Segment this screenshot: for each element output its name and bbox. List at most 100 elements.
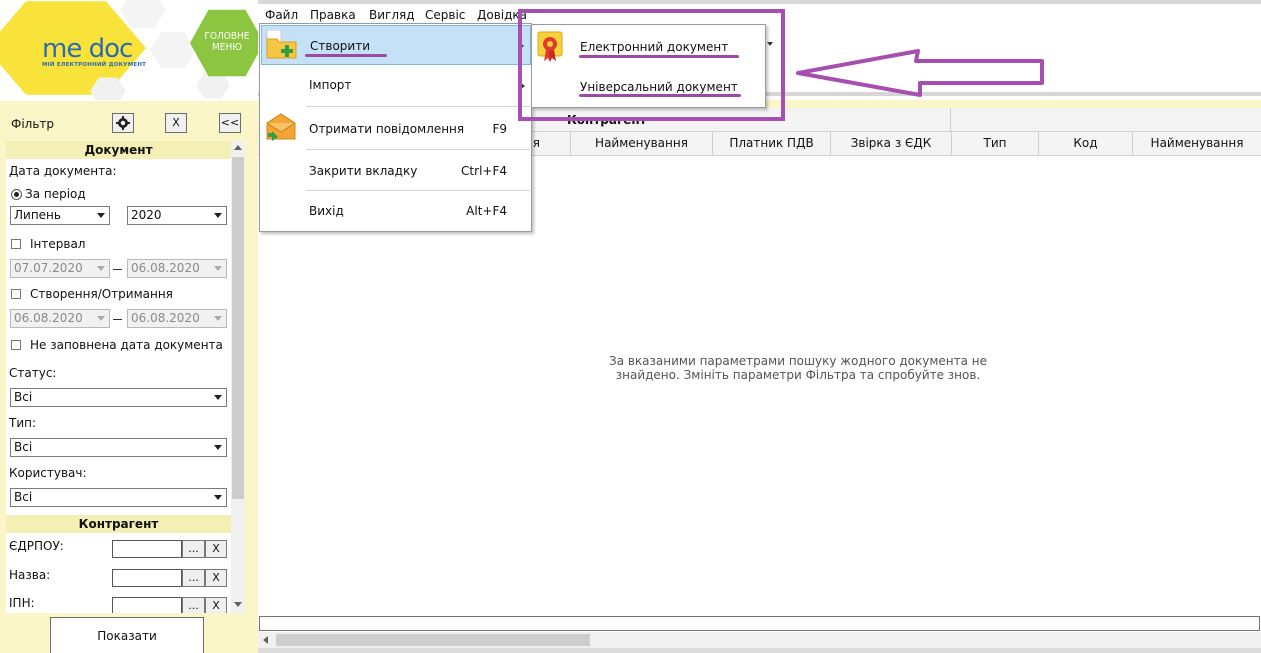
menu-item-create[interactable]: Створити xyxy=(261,25,531,65)
scrollbar-thumb[interactable] xyxy=(276,634,590,646)
menu-item-label: Створити xyxy=(310,39,370,53)
bottom-strip xyxy=(258,648,1261,653)
chevron-down-icon xyxy=(97,316,105,321)
empty-grid-message: За вказаними параметрами пошуку жодного … xyxy=(258,354,1261,382)
chevron-down-icon xyxy=(97,266,105,271)
status-select[interactable]: Всі xyxy=(10,388,227,407)
edrpou-clear-button[interactable]: X xyxy=(205,540,227,558)
user-value: Всі xyxy=(14,490,33,504)
type-select[interactable]: Всі xyxy=(10,438,227,457)
interval-to-date[interactable]: 06.08.2020 xyxy=(127,259,227,278)
ipn-clear-button[interactable]: X xyxy=(205,597,227,613)
scroll-up-icon[interactable] xyxy=(234,145,242,150)
filter-settings-button[interactable] xyxy=(112,113,134,133)
gear-icon xyxy=(116,116,130,130)
annotation-arrow-icon xyxy=(796,49,1044,97)
menu-item-receive[interactable]: Отримати повідомлення F9 xyxy=(261,108,531,148)
file-menu-dropdown: Створити Імпорт Отримати повідомлення F9… xyxy=(259,23,532,232)
created-from-date[interactable]: 06.08.2020 xyxy=(10,309,110,328)
filter-panel: Фільтр X << Документ Дата документа: За … xyxy=(0,101,258,653)
menu-item-label: Вихід xyxy=(309,204,344,218)
interval-from-value: 07.07.2020 xyxy=(14,261,83,275)
menu-separator xyxy=(306,106,530,107)
name-browse-button[interactable]: ... xyxy=(182,569,205,587)
no-date-checkbox[interactable] xyxy=(11,340,21,350)
empty-message-line: За вказаними параметрами пошуку жодного … xyxy=(609,354,987,368)
main-menu-label: ГОЛОВНЕ МЕНЮ xyxy=(204,31,250,53)
menu-item-shortcut: Alt+F4 xyxy=(466,204,507,218)
interval-to-value: 06.08.2020 xyxy=(131,261,200,275)
status-label: Статус: xyxy=(9,366,57,380)
menu-separator xyxy=(306,149,530,150)
menu-item-label: Імпорт xyxy=(309,78,352,92)
column-header[interactable]: Звірка з ЄДК xyxy=(830,132,951,156)
month-select[interactable]: Липень xyxy=(10,206,110,225)
user-select[interactable]: Всі xyxy=(10,488,227,507)
envelope-download-icon xyxy=(266,113,296,141)
interval-checkbox[interactable] xyxy=(11,239,21,249)
medoc-logo-text: me doc xyxy=(42,34,133,64)
created-to-date[interactable]: 06.08.2020 xyxy=(127,309,227,328)
menu-item-import[interactable]: Імпорт xyxy=(261,66,531,106)
chevron-down-icon xyxy=(214,266,222,271)
period-radio[interactable] xyxy=(11,189,22,200)
horizontal-scrollbar[interactable] xyxy=(258,632,1261,648)
created-from-value: 06.08.2020 xyxy=(14,311,83,325)
year-value: 2020 xyxy=(131,208,162,222)
ipn-input[interactable] xyxy=(112,597,182,613)
interval-from-date[interactable]: 07.07.2020 xyxy=(10,259,110,278)
doc-date-label: Дата документа: xyxy=(9,164,117,178)
menu-service[interactable]: Сервіс xyxy=(425,8,465,22)
menu-view[interactable]: Вигляд xyxy=(369,8,415,22)
menu-item-shortcut: F9 xyxy=(492,122,507,136)
decor-hex xyxy=(150,32,196,68)
chevron-down-icon xyxy=(214,395,222,400)
chevron-down-icon xyxy=(214,213,222,218)
column-header[interactable]: Тип xyxy=(951,132,1038,156)
menu-file[interactable]: Файл xyxy=(265,8,298,22)
empty-message-line: знайдено. Змініть параметри Фільтра та с… xyxy=(615,368,981,382)
decor-hex xyxy=(120,0,166,28)
ipn-browse-button[interactable]: ... xyxy=(182,597,205,613)
name-clear-button[interactable]: X xyxy=(205,569,227,587)
folder-add-icon xyxy=(266,30,297,59)
created-checkbox[interactable] xyxy=(11,289,21,299)
edrpou-browse-button[interactable]: ... xyxy=(182,540,205,558)
medoc-logo-tagline: МІЙ ЕЛЕКТРОННИЙ ДОКУМЕНТ xyxy=(42,62,147,68)
range-dash xyxy=(113,319,122,320)
created-to-value: 06.08.2020 xyxy=(131,311,200,325)
annotation-highlight-box xyxy=(518,9,785,121)
scroll-down-icon[interactable] xyxy=(234,602,242,607)
column-header[interactable]: Платник ПДВ xyxy=(712,132,830,156)
column-header[interactable]: Найменування xyxy=(570,132,712,156)
show-button[interactable]: Показати xyxy=(50,617,204,653)
document-section-header: Документ xyxy=(6,141,231,159)
chevron-down-icon xyxy=(214,495,222,500)
menu-item-close-tab[interactable]: Закрити вкладку Ctrl+F4 xyxy=(261,151,531,191)
filter-header: Фільтр X << xyxy=(0,101,258,141)
scrollbar-thumb[interactable] xyxy=(232,157,244,499)
menu-item-exit[interactable]: Вихід Alt+F4 xyxy=(261,191,531,231)
menu-item-shortcut: Ctrl+F4 xyxy=(461,164,507,178)
scroll-left-icon[interactable] xyxy=(263,636,268,644)
menu-item-label: Отримати повідомлення xyxy=(309,122,465,136)
filter-clear-button[interactable]: X xyxy=(165,113,187,133)
name-input[interactable] xyxy=(112,569,182,587)
main-menu-button[interactable]: ГОЛОВНЕ МЕНЮ xyxy=(190,9,258,77)
edrpou-input[interactable] xyxy=(112,540,182,558)
year-select[interactable]: 2020 xyxy=(127,206,227,225)
filter-collapse-button[interactable]: << xyxy=(219,113,241,133)
status-value: Всі xyxy=(14,390,33,404)
type-value: Всі xyxy=(14,440,33,454)
period-label: За період xyxy=(25,187,86,201)
filter-scrollbar[interactable] xyxy=(231,141,245,613)
chevron-down-icon xyxy=(214,316,222,321)
annotation-underline xyxy=(305,54,387,57)
menu-edit[interactable]: Правка xyxy=(310,8,356,22)
interval-label: Інтервал xyxy=(30,237,86,251)
column-header[interactable]: Код xyxy=(1038,132,1132,156)
column-header[interactable]: Найменування xyxy=(1132,132,1261,156)
name-label: Назва: xyxy=(9,568,51,582)
chevron-down-icon xyxy=(97,213,105,218)
edrpou-label: ЄДРПОУ: xyxy=(9,539,64,553)
